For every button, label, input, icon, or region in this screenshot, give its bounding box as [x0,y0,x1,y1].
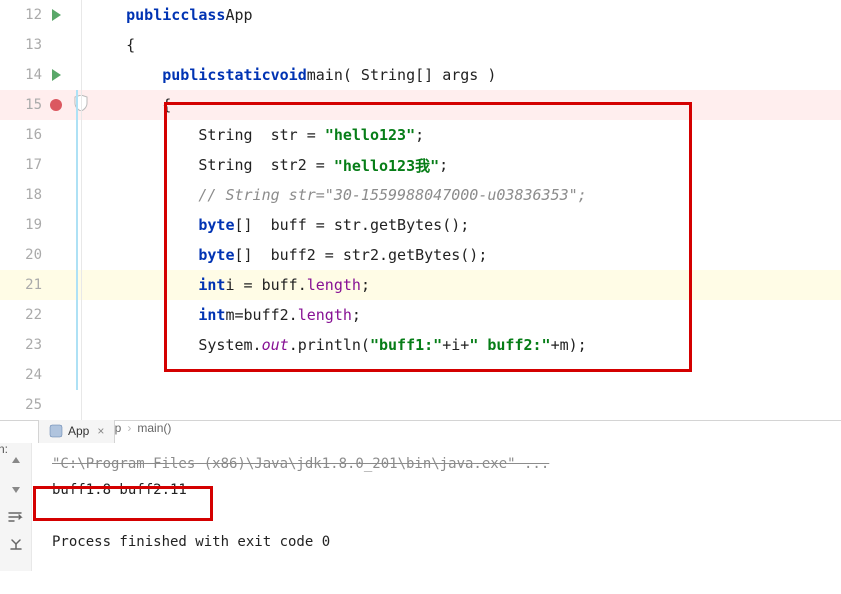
line-number: 14 [18,67,42,83]
gutter[interactable]: 20 [0,247,72,263]
gutter[interactable]: 16 [0,127,72,143]
fold-bar[interactable] [72,330,82,360]
gutter[interactable]: 22 [0,307,72,323]
code-content[interactable] [82,360,841,390]
gutter[interactable]: 17 [0,157,72,173]
code-content[interactable]: byte[] buff2 = str2.getBytes(); [82,240,841,270]
scroll-to-end-icon[interactable] [6,535,26,555]
line-number: 20 [18,247,42,263]
down-icon[interactable] [6,479,26,499]
code-content[interactable] [82,390,841,420]
code-content[interactable]: { [82,30,841,60]
tab-label: App [68,424,89,438]
line-number: 15 [18,97,42,113]
line-number: 22 [18,307,42,323]
fold-bar[interactable] [72,180,82,210]
gutter[interactable]: 14 [0,67,72,83]
console-exit-line: Process finished with exit code 0 [52,529,821,555]
line-number: 19 [18,217,42,233]
run-icon[interactable] [48,69,64,81]
line-number: 12 [18,7,42,23]
gutter[interactable]: 23 [0,337,72,353]
line-number: 16 [18,127,42,143]
code-content[interactable]: int m=buff2.length; [82,300,841,330]
run-tab-app[interactable]: App × [38,417,115,443]
code-line[interactable]: 22 int m=buff2.length; [0,300,841,330]
code-line[interactable]: 21 int i = buff.length; [0,270,841,300]
soft-wrap-icon[interactable] [6,507,26,527]
code-content[interactable]: String str2 = "hello123我"; [82,150,841,180]
console-toolbar [0,443,32,571]
console-cmd-line: "C:\Program Files (x86)\Java\jdk1.8.0_20… [52,451,821,477]
code-content[interactable]: String str = "hello123"; [82,120,841,150]
gutter[interactable]: 18 [0,187,72,203]
code-line[interactable]: 19 byte[] buff = str.getBytes(); [0,210,841,240]
code-line[interactable]: 14 public static void main( String[] arg… [0,60,841,90]
code-line[interactable]: 20 byte[] buff2 = str2.getBytes(); [0,240,841,270]
fold-bar[interactable] [72,30,82,60]
gutter[interactable]: 24 [0,367,72,383]
chevron-right-icon: › [127,421,131,435]
fold-bar[interactable] [72,120,82,150]
code-line[interactable]: 15 { [0,90,841,120]
panel-label: n: [0,442,8,456]
code-content[interactable]: // String str="30-1559988047000-u0383635… [82,180,841,210]
breadcrumb[interactable]: App › main() [0,420,841,435]
fold-bar[interactable] [72,210,82,240]
code-content[interactable]: public static void main( String[] args ) [82,60,841,90]
console-output[interactable]: "C:\Program Files (x86)\Java\jdk1.8.0_20… [32,443,841,571]
line-number: 18 [18,187,42,203]
line-number: 25 [18,397,42,413]
code-line[interactable]: 13 { [0,30,841,60]
fold-bar[interactable] [72,60,82,90]
fold-bar[interactable] [72,150,82,180]
code-line[interactable]: 12 public class App [0,0,841,30]
breadcrumb-method[interactable]: main() [137,421,171,435]
close-icon[interactable]: × [97,424,104,438]
fold-bar[interactable] [72,270,82,300]
code-content[interactable]: System.out.println("buff1:"+i+" buff2:"+… [82,330,841,360]
gutter[interactable]: 15 [0,97,72,113]
fold-bar[interactable] [72,240,82,270]
code-line[interactable]: 23 System.out.println("buff1:"+i+" buff2… [0,330,841,360]
code-editor[interactable]: 12 public class App13 {14 public static … [0,0,841,420]
code-line[interactable]: 17 String str2 = "hello123我"; [0,150,841,180]
code-content[interactable]: public class App [82,0,841,30]
gutter[interactable]: 13 [0,37,72,53]
fold-bar[interactable] [72,390,82,420]
line-number: 21 [18,277,42,293]
code-line[interactable]: 24 [0,360,841,390]
code-line[interactable]: 25 [0,390,841,420]
code-line[interactable]: 18 // String str="30-1559988047000-u0383… [0,180,841,210]
app-icon [49,424,63,438]
console-stdout: buff1:8 buff2:11 [52,477,821,503]
fold-bar[interactable] [72,360,82,390]
breakpoint-icon[interactable] [48,99,64,111]
fold-bar[interactable] [72,90,82,120]
code-content[interactable]: { [82,90,841,120]
gutter[interactable]: 12 [0,7,72,23]
code-content[interactable]: int i = buff.length; [82,270,841,300]
line-number: 24 [18,367,42,383]
code-line[interactable]: 16 String str = "hello123"; [0,120,841,150]
gutter[interactable]: 19 [0,217,72,233]
line-number: 17 [18,157,42,173]
up-icon[interactable] [6,451,26,471]
code-content[interactable]: byte[] buff = str.getBytes(); [82,210,841,240]
run-icon[interactable] [48,9,64,21]
line-number: 13 [18,37,42,53]
fold-bar[interactable] [72,300,82,330]
fold-bar[interactable] [72,0,82,30]
gutter[interactable]: 21 [0,277,72,293]
line-number: 23 [18,337,42,353]
gutter[interactable]: 25 [0,397,72,413]
